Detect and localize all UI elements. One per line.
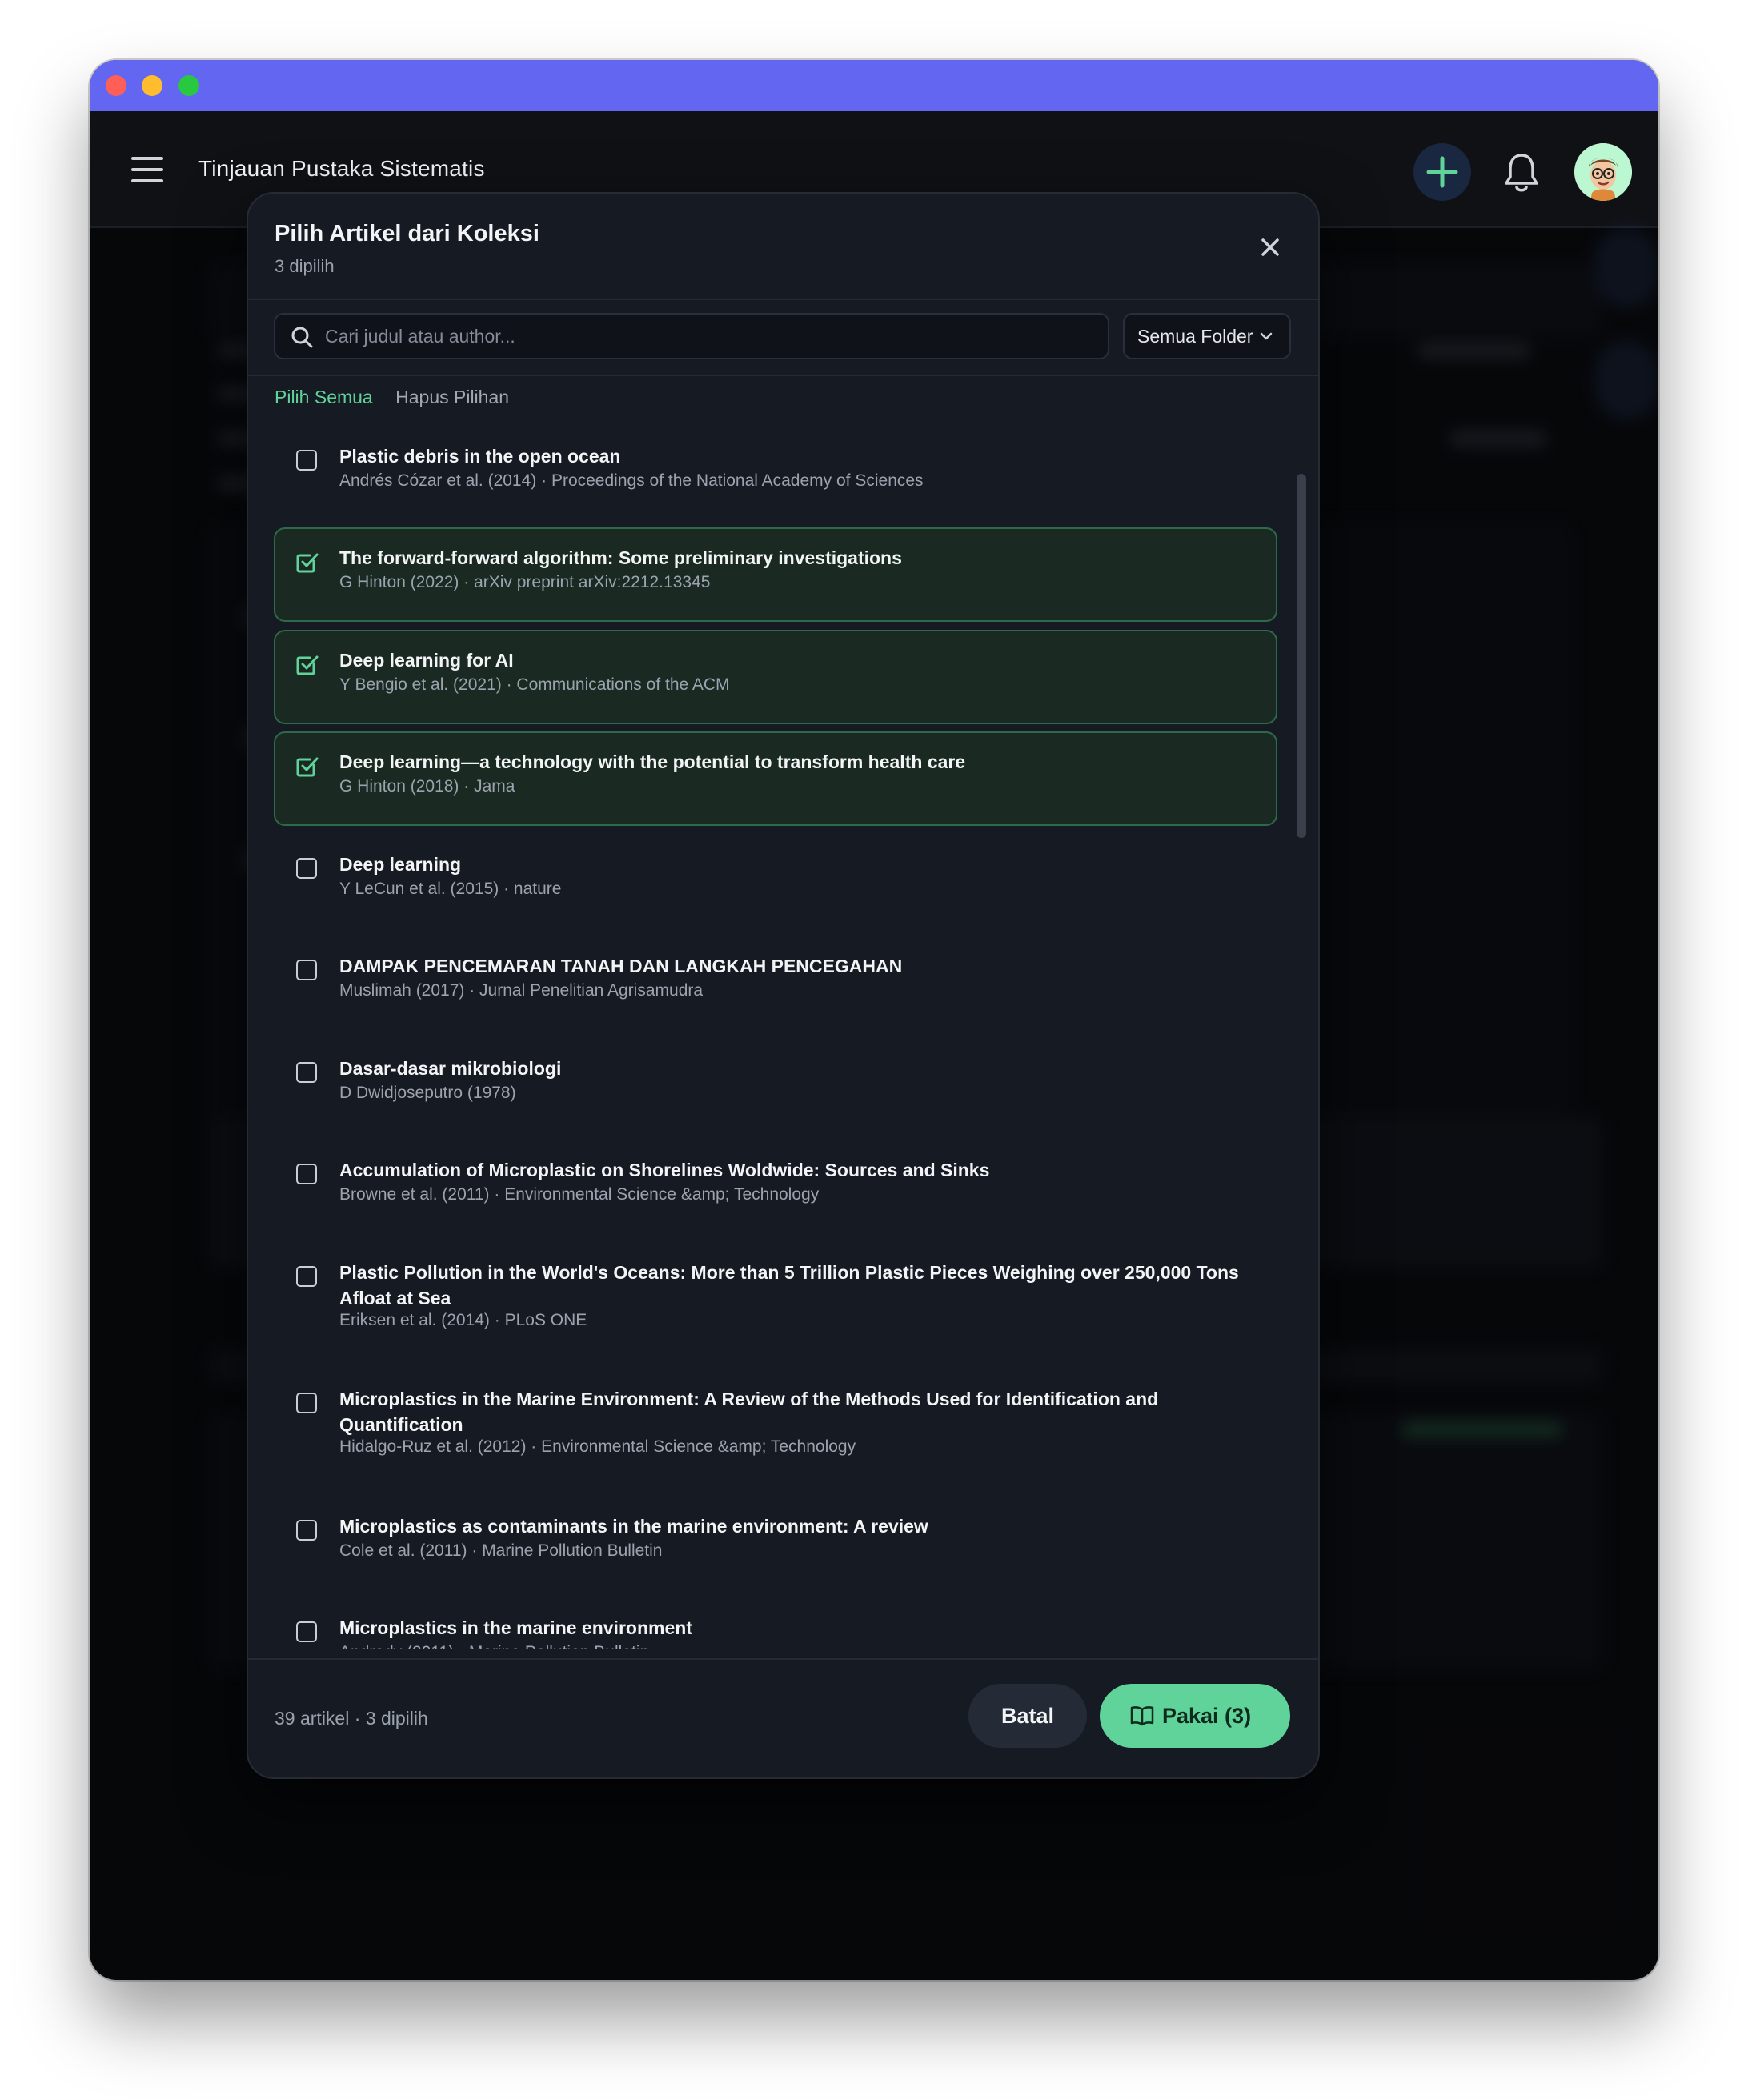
article-title: Deep learning	[339, 854, 462, 875]
checkbox-icon[interactable]	[296, 960, 317, 980]
menu-icon[interactable]	[131, 157, 163, 182]
folder-filter-select[interactable]: Semua Folder	[1123, 313, 1291, 359]
article-title: Plastic debris in the open ocean	[339, 446, 621, 467]
article-list[interactable]: Plastic debris in the open ocean Andrés C…	[248, 426, 1289, 1649]
modal-title: Pilih Artikel dari Koleksi	[275, 221, 539, 246]
article-meta: D Dwidjoseputro (1978)	[339, 1084, 516, 1102]
checkbox-icon[interactable]	[296, 1520, 317, 1541]
search-row: Semua Folder	[248, 300, 1318, 376]
article-meta: G Hinton (2022) · arXiv preprint arXiv:2…	[339, 573, 711, 591]
modal-header: Pilih Artikel dari Koleksi 3 dipilih	[248, 194, 1318, 300]
article-title: The forward-forward algorithm: Some prel…	[339, 547, 902, 568]
folder-filter-label: Semua Folder	[1137, 326, 1253, 347]
app-title: Tinjauan Pustaka Sistematis	[198, 156, 485, 181]
article-item[interactable]: Microplastics in the Marine Environment:…	[274, 1369, 1277, 1479]
scrollbar-thumb[interactable]	[1297, 474, 1306, 838]
article-item[interactable]: Deep learning—a technology with the pote…	[274, 731, 1277, 826]
article-title: Microplastics as contaminants in the mar…	[339, 1516, 928, 1537]
article-meta: Y LeCun et al. (2015) · nature	[339, 880, 562, 898]
article-title: DAMPAK PENCEMARAN TANAH DAN LANGKAH PENC…	[339, 956, 903, 976]
article-item[interactable]: Microplastics as contaminants in the mar…	[274, 1496, 1277, 1582]
checkbox-icon[interactable]	[296, 858, 317, 879]
clear-selection-link[interactable]: Hapus Pilihan	[395, 387, 509, 407]
notifications-button[interactable]	[1501, 151, 1542, 194]
checkbox-icon[interactable]	[296, 1164, 317, 1184]
checkbox-checked-icon[interactable]	[295, 754, 320, 779]
chevron-down-icon	[1260, 332, 1273, 340]
article-item[interactable]: Dasar-dasar mikrobiologi D Dwidjoseputro …	[274, 1038, 1277, 1124]
checkbox-checked-icon[interactable]	[295, 550, 320, 575]
article-meta: Cole et al. (2011) · Marine Pollution Bu…	[339, 1541, 663, 1560]
selected-count: 3 dipilih	[275, 256, 335, 276]
article-meta: G Hinton (2018) · Jama	[339, 777, 515, 796]
search-input[interactable]	[325, 315, 1093, 358]
article-meta: Browne et al. (2011) · Environmental Sci…	[339, 1185, 820, 1204]
apply-button-label: Pakai (3)	[1162, 1704, 1252, 1728]
article-item[interactable]: Microplastics in the marine environment A…	[274, 1597, 1277, 1649]
checkbox-checked-icon[interactable]	[295, 652, 320, 678]
search-box[interactable]	[274, 313, 1109, 359]
avatar-face-icon	[1574, 143, 1632, 201]
window-close-button[interactable]	[106, 75, 126, 96]
bell-icon	[1505, 154, 1538, 192]
checkbox-icon[interactable]	[296, 1393, 317, 1413]
window-zoom-button[interactable]	[178, 75, 199, 96]
avatar[interactable]	[1574, 143, 1632, 201]
article-title: Microplastics in the Marine Environment:…	[339, 1389, 1159, 1435]
article-meta: Y Bengio et al. (2021) · Communications …	[339, 675, 730, 694]
article-title: Dasar-dasar mikrobiologi	[339, 1058, 562, 1079]
article-item[interactable]: Deep learning for AI Y Bengio et al. (202…	[274, 630, 1277, 724]
cancel-button[interactable]: Batal	[968, 1684, 1087, 1748]
close-icon	[1261, 238, 1279, 256]
plus-icon	[1426, 156, 1458, 188]
search-icon	[291, 327, 313, 348]
article-meta: Eriksen et al. (2014) · PLoS ONE	[339, 1311, 587, 1329]
article-title: Deep learning—a technology with the pote…	[339, 751, 966, 772]
add-button[interactable]	[1413, 143, 1471, 201]
close-button[interactable]	[1257, 234, 1284, 261]
article-meta: Andrady (2011) · Marine Pollution Bullet…	[339, 1643, 649, 1649]
apply-button[interactable]: Pakai (3)	[1100, 1684, 1290, 1748]
checkbox-icon[interactable]	[296, 1266, 317, 1287]
checkbox-icon[interactable]	[296, 450, 317, 471]
article-title: Deep learning for AI	[339, 650, 514, 671]
article-title: Plastic Pollution in the World's Oceans:…	[339, 1262, 1239, 1308]
modal-footer: 39 artikel · 3 dipilih Batal Pakai (3)	[248, 1658, 1318, 1777]
article-title: Accumulation of Microplastic on Shorelin…	[339, 1160, 990, 1180]
article-picker-modal: Pilih Artikel dari Koleksi 3 dipilih Sem…	[247, 192, 1320, 1779]
article-meta: Andrés Cózar et al. (2014) · Proceedings…	[339, 471, 924, 490]
footer-count: 39 artikel · 3 dipilih	[275, 1708, 428, 1729]
window-minimize-button[interactable]	[142, 75, 162, 96]
article-title: Microplastics in the marine environment	[339, 1617, 692, 1638]
checkbox-icon[interactable]	[296, 1062, 317, 1083]
article-meta: Muslimah (2017) · Jurnal Penelitian Agri…	[339, 981, 704, 1000]
article-item[interactable]: Deep learning Y LeCun et al. (2015) · nat…	[274, 834, 1277, 920]
article-item[interactable]: Plastic Pollution in the World's Oceans:…	[274, 1242, 1277, 1353]
article-item[interactable]: The forward-forward algorithm: Some prel…	[274, 527, 1277, 622]
book-icon	[1130, 1706, 1154, 1726]
select-all-link[interactable]: Pilih Semua	[275, 387, 373, 407]
bulk-actions: Pilih Semua Hapus Pilihan	[275, 387, 509, 408]
article-item[interactable]: Accumulation of Microplastic on Shorelin…	[274, 1140, 1277, 1226]
article-meta: Hidalgo-Ruz et al. (2012) · Environmenta…	[339, 1437, 856, 1456]
article-item[interactable]: DAMPAK PENCEMARAN TANAH DAN LANGKAH PENC…	[274, 936, 1277, 1022]
window-titlebar	[90, 60, 1658, 111]
checkbox-icon[interactable]	[296, 1621, 317, 1642]
article-item[interactable]: Plastic debris in the open ocean Andrés C…	[274, 426, 1277, 512]
